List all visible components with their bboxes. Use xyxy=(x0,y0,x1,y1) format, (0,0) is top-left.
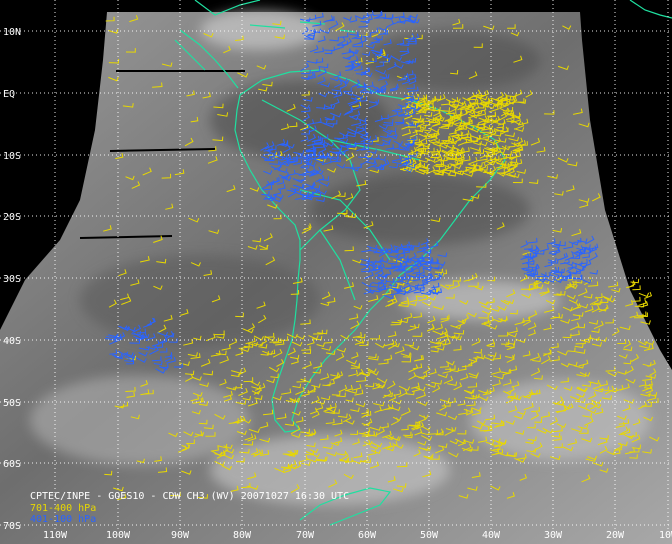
latitude-label: 50S xyxy=(3,398,21,409)
wind-barb xyxy=(638,299,647,306)
legend-entry-401-100: 401-100 hPa xyxy=(30,514,97,525)
longitude-label: 100W xyxy=(106,530,131,541)
latitude-label: 40S xyxy=(3,336,21,347)
longitude-label: 110W xyxy=(43,530,68,541)
longitude-label: 90W xyxy=(171,530,190,541)
latitude-label: 20S xyxy=(3,212,21,223)
map-canvas: 10N EQ 10S 20S 30S 40S 50S 60S 70S 110W 100W 90W 80… xyxy=(0,0,672,544)
longitude-label: 40W xyxy=(482,530,501,541)
latitude-label: 60S xyxy=(3,459,21,470)
latitude-label: 10S xyxy=(3,151,21,162)
wind-barb xyxy=(638,292,650,298)
latitude-label: 70S xyxy=(3,521,21,532)
longitude-label: 30W xyxy=(544,530,563,541)
longitude-label: 60W xyxy=(358,530,377,541)
longitude-label: 20W xyxy=(606,530,625,541)
longitude-label: 70W xyxy=(296,530,315,541)
longitude-label: 80W xyxy=(233,530,252,541)
wind-barb xyxy=(630,278,640,284)
latitude-label: EQ xyxy=(3,89,15,100)
longitude-label: 10W xyxy=(659,530,672,541)
latitude-label: 10N xyxy=(3,27,21,38)
latitude-label: 30S xyxy=(3,274,21,285)
legend-entry-701-400: 701-400 hPa xyxy=(30,503,97,514)
africa-coast xyxy=(629,0,672,19)
product-caption: CPTEC/INPE - GOES10 - CDW CH3 (WV) 20071… xyxy=(30,491,350,502)
satellite-map-view: 10N EQ 10S 20S 30S 40S 50S 60S 70S 110W 100W 90W 80… xyxy=(0,0,672,544)
longitude-label: 50W xyxy=(420,530,439,541)
